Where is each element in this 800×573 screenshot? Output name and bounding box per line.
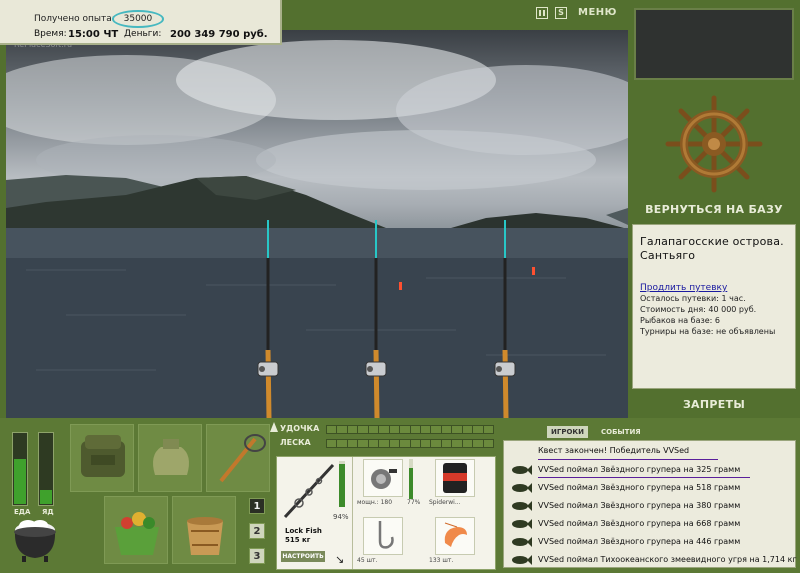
bait-count: 133 шт.	[429, 557, 454, 564]
rod-durability-bar	[339, 461, 345, 507]
line-tension-bar	[326, 439, 494, 448]
rod-tab-3[interactable]: 3	[249, 548, 265, 564]
ship-wheel-icon[interactable]	[634, 88, 794, 200]
rod-card[interactable]: 94% Lock Fish 515 кг НАСТРОИТЬ ↘	[277, 457, 353, 569]
rod-capacity: 515 кг	[285, 536, 311, 544]
fishing-line-spool-icon	[443, 463, 467, 493]
shrimp-bait-icon	[444, 522, 467, 547]
hook-slot[interactable]: 45 шт.	[355, 515, 419, 567]
bucket-slot[interactable]	[172, 496, 236, 564]
chat-line: VVSed поймал Звёздного групера на 380 гр…	[538, 501, 741, 510]
fish-icon	[510, 554, 532, 566]
food-basket-slot[interactable]	[104, 496, 168, 564]
chat-log[interactable]: Квест закончен! Победитель VVSed VVSed п…	[503, 440, 797, 568]
location-title: Галапагосские острова. Сантьяго	[640, 235, 784, 262]
rod-tab-1[interactable]: 1	[249, 498, 265, 514]
menu-button[interactable]: МЕНЮ	[578, 7, 617, 18]
backpack-slot[interactable]	[70, 424, 134, 492]
cauldron-icon[interactable]	[10, 516, 60, 567]
chat-line: VVSed поймал Звёздного групера на 668 гр…	[538, 519, 741, 528]
trip-remaining: Осталось путевки: 1 час.	[640, 294, 746, 303]
tackle-panel: 94% Lock Fish 515 кг НАСТРОИТЬ ↘ мощн.: …	[276, 456, 496, 570]
fish-icon	[510, 518, 532, 530]
location-panel: Галапагосские острова. Сантьяго Продлить…	[632, 224, 796, 389]
chat-line: VVSed поймал Звёздного групера на 446 гр…	[538, 537, 741, 546]
sound-button[interactable]: S	[555, 7, 567, 19]
time-value: 15:00 ЧТ	[68, 29, 119, 40]
bait-slot[interactable]: 133 шт.	[427, 515, 491, 567]
money-label: Деньги:	[124, 29, 162, 39]
tournaments-status: Турниры на базе: не объявлены	[640, 327, 776, 336]
landing-net-icon	[219, 434, 266, 483]
return-to-base-button[interactable]: ВЕРНУТЬСЯ НА БАЗУ	[634, 203, 794, 216]
hook-count: 45 шт.	[357, 557, 378, 564]
fishers-count: Рыбаков на базе: 6	[640, 316, 720, 325]
xp-value: 35000	[111, 10, 165, 28]
tune-button[interactable]: НАСТРОИТЬ	[281, 551, 325, 562]
reel-icon	[371, 469, 397, 489]
reel-durability-percent: 77%	[407, 499, 421, 506]
status-meters: ЕДА ЯД	[6, 424, 62, 568]
tackle-status: УДОЧКА ЛЕСКА	[270, 420, 500, 452]
tab-events[interactable]: СОБЫТИЯ	[597, 426, 645, 438]
extend-trip-link[interactable]: Продлить путевку	[640, 283, 788, 293]
rod-name: Lock Fish	[285, 527, 322, 535]
bag-slot[interactable]	[138, 424, 202, 492]
chat-line: Квест закончен! Победитель VVSed	[538, 446, 690, 455]
rod-icon	[283, 463, 335, 519]
rod-tab-2[interactable]: 2	[249, 523, 265, 539]
food-basket-icon	[115, 512, 159, 555]
drag-arrow-icon[interactable]: ↘	[335, 553, 344, 566]
arrow-up-icon	[270, 422, 278, 432]
net-slot[interactable]	[206, 424, 270, 492]
pause-icon	[539, 10, 541, 16]
day-cost: Стоимость дня: 40 000 руб.	[640, 305, 757, 314]
chat-line: VVSed поймал Звёздного групера на 325 гр…	[538, 465, 741, 474]
poison-meter	[38, 432, 54, 506]
backpack-icon	[81, 435, 125, 477]
sack-icon	[153, 439, 189, 475]
fish-icon	[510, 536, 532, 548]
minimap	[634, 8, 794, 80]
tab-players[interactable]: ИГРОКИ	[547, 426, 588, 438]
bucket-icon	[187, 517, 223, 555]
rod-tension-bar	[326, 425, 494, 434]
line-name: Spiderwi...	[429, 499, 461, 506]
food-label: ЕДА	[14, 508, 31, 516]
food-meter	[12, 432, 28, 506]
reel-durability-bar	[409, 459, 413, 499]
rod-label: УДОЧКА	[280, 424, 320, 433]
event-chat: ИГРОКИ СОБЫТИЯ Квест закончен! Победител…	[503, 420, 797, 568]
chat-line: VVSed поймал Звёздного групера на 518 гр…	[538, 483, 741, 492]
bans-button[interactable]: ЗАПРЕТЫ	[634, 398, 794, 411]
fish-icon	[510, 464, 532, 476]
money-value: 200 349 790 руб.	[170, 29, 268, 40]
rod-durability-percent: 94%	[333, 513, 349, 521]
poison-label: ЯД	[42, 508, 54, 516]
reel-slot[interactable]: мощн.: 180 77%	[355, 457, 421, 509]
line-label: ЛЕСКА	[280, 438, 311, 447]
xp-label: Получено опыта:	[34, 14, 115, 24]
line-slot[interactable]: Spiderwi...	[427, 457, 491, 509]
time-label: Время:	[34, 29, 67, 39]
player-info-box: Получено опыта: 35000 Время: 15:00 ЧТ Де…	[0, 0, 282, 45]
chat-line: VVSed поймал Тихоокеанского змеевидного …	[538, 555, 797, 564]
fish-icon	[510, 500, 532, 512]
fish-icon	[510, 482, 532, 494]
hook-icon	[378, 521, 394, 549]
fishing-scene[interactable]: RePlaceSoft.ru	[6, 30, 628, 418]
reel-power: мощн.: 180	[357, 499, 393, 506]
pause-button[interactable]	[536, 7, 548, 19]
